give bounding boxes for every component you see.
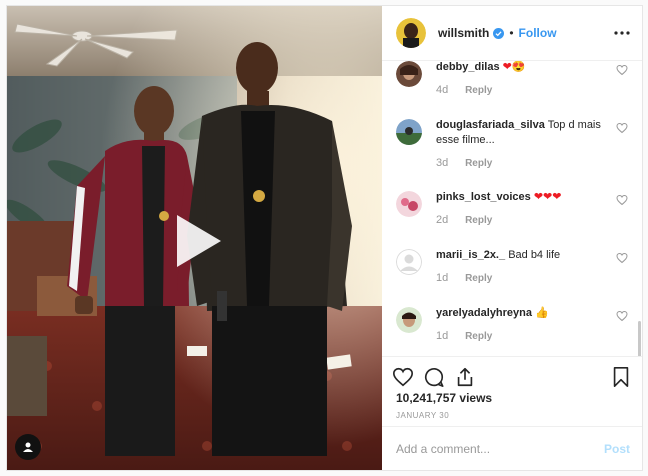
share-icon[interactable] bbox=[454, 366, 476, 388]
comment-username[interactable]: douglasfariada_silva bbox=[436, 119, 545, 131]
more-horizontal-icon[interactable] bbox=[614, 31, 630, 35]
post-side-panel: willsmith • Follow debby_dilas ❤😍 4d Rep… bbox=[382, 6, 642, 470]
comment-item: pinks_lost_voices ❤❤❤ 2d Reply bbox=[396, 190, 628, 228]
add-comment-bar: Post bbox=[382, 426, 642, 470]
comment-time[interactable]: 4d bbox=[436, 83, 462, 98]
comment-time[interactable]: 2d bbox=[436, 213, 462, 228]
commenter-avatar[interactable] bbox=[396, 119, 422, 145]
commenter-avatar[interactable] bbox=[396, 307, 422, 333]
comments-list[interactable]: debby_dilas ❤😍 4d Reply douglasfariada_s… bbox=[382, 61, 642, 357]
post-date[interactable]: JANUARY 30 bbox=[382, 411, 642, 420]
comment-item: debby_dilas ❤😍 4d Reply bbox=[396, 61, 628, 98]
comment-text: 👍 bbox=[535, 307, 549, 319]
comment-username[interactable]: debby_dilas bbox=[436, 61, 500, 73]
comment-username[interactable]: marii_is_2x._ bbox=[436, 249, 505, 261]
post-header: willsmith • Follow bbox=[382, 6, 642, 61]
comment-username[interactable]: yarelyadalyhreyna bbox=[436, 307, 532, 319]
avatar[interactable] bbox=[396, 18, 426, 48]
reply-button[interactable]: Reply bbox=[465, 331, 492, 342]
comment-item: yarelyadalyhreyna 👍 1d Reply bbox=[396, 306, 628, 344]
user-tag-icon[interactable] bbox=[15, 434, 41, 460]
commenter-avatar[interactable] bbox=[396, 191, 422, 217]
reply-button[interactable]: Reply bbox=[465, 85, 492, 96]
separator-dot: • bbox=[509, 26, 514, 40]
comment-like-icon[interactable] bbox=[616, 64, 628, 76]
verified-badge-icon bbox=[493, 27, 505, 39]
comment-icon[interactable] bbox=[423, 366, 445, 388]
comments-scrollbar[interactable] bbox=[638, 321, 641, 356]
username[interactable]: willsmith bbox=[438, 26, 489, 40]
comment-time[interactable]: 1d bbox=[436, 329, 462, 344]
reply-button[interactable]: Reply bbox=[465, 158, 492, 169]
bookmark-icon[interactable] bbox=[610, 366, 632, 388]
comment-text: ❤😍 bbox=[502, 61, 526, 73]
commenter-avatar[interactable] bbox=[396, 249, 422, 275]
reply-button[interactable]: Reply bbox=[465, 273, 492, 284]
comment-time[interactable]: 1d bbox=[436, 271, 462, 286]
comment-like-icon[interactable] bbox=[616, 252, 628, 264]
comment-time[interactable]: 3d bbox=[436, 156, 462, 171]
comment-like-icon[interactable] bbox=[616, 310, 628, 322]
comment-like-icon[interactable] bbox=[616, 194, 628, 206]
view-count[interactable]: 10,241,757 views bbox=[382, 391, 642, 405]
play-icon[interactable] bbox=[169, 211, 229, 271]
post-video[interactable] bbox=[7, 6, 382, 470]
post-comment-button[interactable]: Post bbox=[604, 442, 630, 456]
commenter-avatar[interactable] bbox=[396, 61, 422, 87]
heart-icon[interactable] bbox=[392, 366, 414, 388]
reply-button[interactable]: Reply bbox=[465, 215, 492, 226]
comment-item: douglasfariada_silva Top d mais esse fil… bbox=[396, 118, 628, 171]
comment-item: marii_is_2x._ Bad b4 life 1d Reply bbox=[396, 248, 628, 286]
comment-like-icon[interactable] bbox=[616, 122, 628, 134]
comment-username[interactable]: pinks_lost_voices bbox=[436, 191, 531, 203]
comment-text: Bad b4 life bbox=[508, 249, 561, 261]
comment-input[interactable] bbox=[396, 441, 604, 456]
instagram-post: willsmith • Follow debby_dilas ❤😍 4d Rep… bbox=[6, 5, 643, 471]
follow-button[interactable]: Follow bbox=[519, 26, 557, 40]
comment-text: ❤❤❤ bbox=[533, 191, 562, 203]
